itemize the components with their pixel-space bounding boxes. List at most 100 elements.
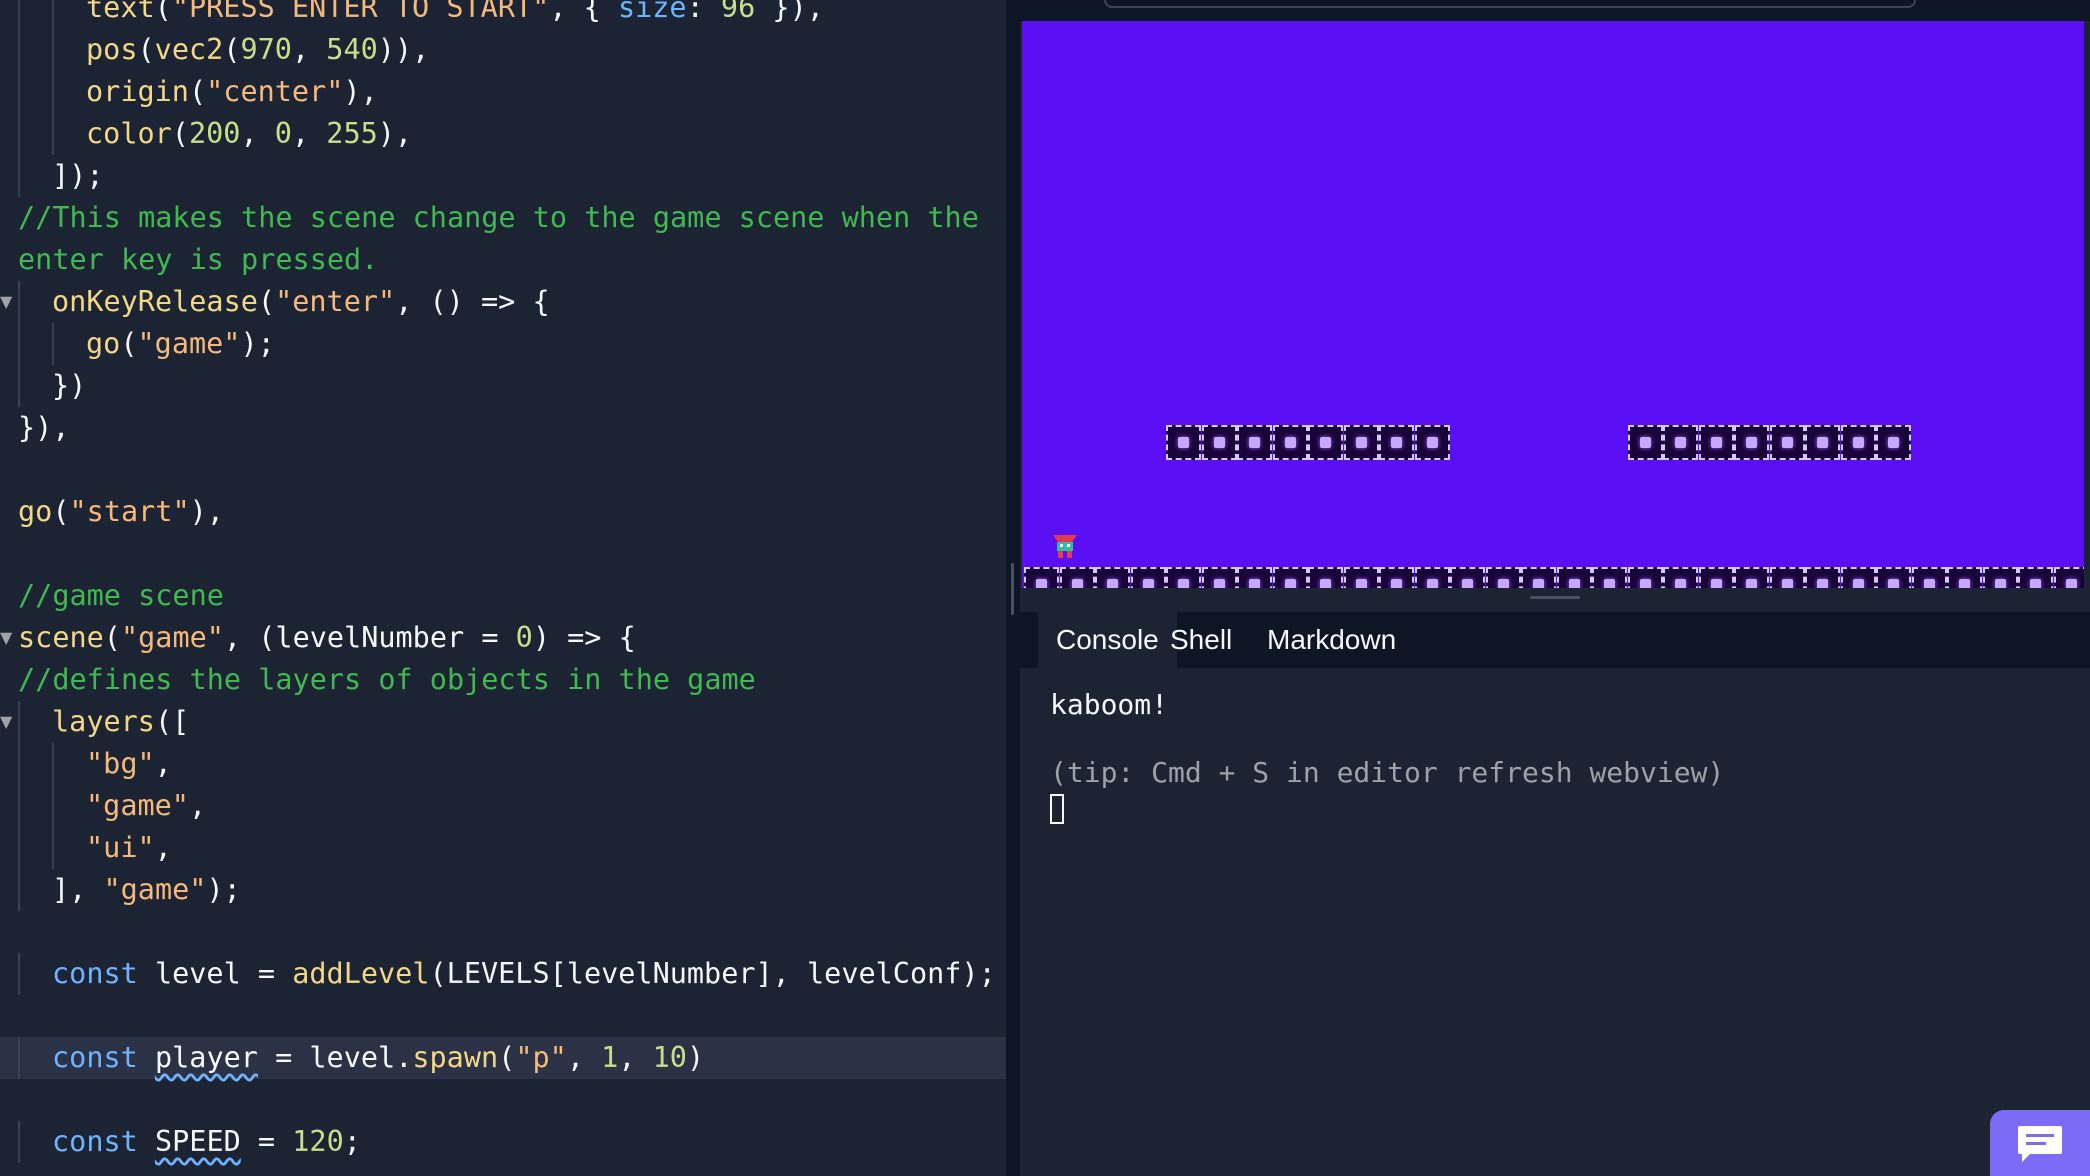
fold-arrow-icon[interactable]: ▼ <box>0 617 12 659</box>
code-line[interactable]: color(200, 0, 255), <box>0 113 1006 155</box>
fold-arrow-icon[interactable]: ▼ <box>0 701 12 743</box>
code-line[interactable]: const SPEED = 120; <box>0 1121 1006 1163</box>
code-line[interactable]: ], "game"); <box>0 869 1006 911</box>
platform-tile <box>1663 424 1698 460</box>
code-line[interactable]: go("game"); <box>0 323 1006 365</box>
code-text: color(200, 0, 255), <box>86 113 412 155</box>
code-token: "game" <box>120 621 224 654</box>
code-line[interactable]: }), <box>0 407 1006 449</box>
code-text: "ui", <box>86 827 172 869</box>
code-line[interactable]: //defines the layers of objects in the g… <box>0 659 1006 701</box>
code-line[interactable] <box>0 533 1006 575</box>
indent-guide <box>18 869 20 911</box>
code-line[interactable]: go("start"), <box>0 491 1006 533</box>
code-text: //game scene <box>18 575 224 617</box>
indent-guide <box>18 323 20 365</box>
platform-tile <box>1805 424 1840 460</box>
code-token: color <box>86 117 172 150</box>
code-token: , <box>154 747 172 780</box>
platform-tile <box>1237 424 1272 460</box>
code-line[interactable] <box>0 995 1006 1037</box>
code-token: levelNumber <box>275 621 465 654</box>
code-token: , <box>188 789 207 822</box>
code-token: ; <box>343 1125 361 1158</box>
code-line[interactable]: pos(vec2(970, 540)), <box>0 29 1006 71</box>
code-line[interactable]: enter key is pressed. <box>0 239 1006 281</box>
code-token: addLevel <box>292 957 430 990</box>
indent-guide <box>52 323 54 365</box>
code-token: ( <box>154 0 172 24</box>
console-tip: (tip: Cmd + S in editor refresh webview) <box>1050 756 1725 789</box>
code-editor[interactable]: text("PRESS ENTER TO START", { size: 96 … <box>0 0 1006 1176</box>
console-tabs: Console Shell Markdown <box>1020 612 2090 668</box>
code-token: , <box>291 33 327 66</box>
url-bar[interactable] <box>1104 0 1916 8</box>
code-line[interactable]: "game", <box>0 785 1006 827</box>
code-text: onKeyRelease("enter", () => { <box>52 281 550 323</box>
code-token: = <box>240 1125 293 1158</box>
code-line[interactable] <box>0 449 1006 491</box>
code-token: (LEVELS[levelNumber], levelConf); <box>429 957 996 990</box>
code-line[interactable]: "bg", <box>0 743 1006 785</box>
platform-tile <box>2018 566 2053 588</box>
code-line[interactable]: //game scene <box>0 575 1006 617</box>
code-line[interactable] <box>0 911 1006 953</box>
code-text: ], "game"); <box>52 869 241 911</box>
console-panel[interactable]: kaboom! (tip: Cmd + S in editor refresh … <box>1020 668 2090 1176</box>
platform-tile <box>1024 566 1059 588</box>
indent-guide <box>18 1037 20 1079</box>
tab-shell[interactable]: Shell <box>1152 612 1250 668</box>
code-line[interactable]: const level = addLevel(LEVELS[levelNumbe… <box>0 953 1006 995</box>
code-token: 0 <box>515 621 533 654</box>
game-canvas[interactable] <box>1022 21 2084 588</box>
platform-tile <box>1911 566 1947 588</box>
divider-handle[interactable] <box>1011 563 1014 615</box>
platform-tile <box>1734 424 1769 460</box>
tab-markdown[interactable]: Markdown <box>1249 612 1414 668</box>
code-text: enter key is pressed. <box>18 239 378 281</box>
split-handle[interactable] <box>1530 596 1580 599</box>
code-text: go("start"), <box>18 491 224 533</box>
code-token: //game scene <box>18 579 224 612</box>
code-token: "center" <box>206 75 344 108</box>
code-token: ); <box>206 873 241 906</box>
code-line[interactable]: ▼ layers([ <box>0 701 1006 743</box>
indent-guide <box>18 701 20 743</box>
platform-tile <box>1840 424 1876 460</box>
fold-arrow-icon[interactable]: ▼ <box>0 281 12 323</box>
code-line[interactable]: "ui", <box>0 827 1006 869</box>
code-line[interactable] <box>0 1079 1006 1121</box>
code-line[interactable]: ▼ onKeyRelease("enter", () => { <box>0 281 1006 323</box>
code-line[interactable]: text("PRESS ENTER TO START", { size: 96 … <box>0 0 1006 29</box>
code-text: layers([ <box>52 701 189 743</box>
platform-tile <box>1805 566 1840 588</box>
code-token: , ( <box>223 621 276 654</box>
chat-bubble-icon <box>2018 1126 2062 1162</box>
chat-button[interactable] <box>1990 1110 2090 1176</box>
indent-guide <box>52 71 54 113</box>
code-line[interactable]: ]); <box>0 155 1006 197</box>
code-line[interactable]: }) <box>0 365 1006 407</box>
code-token: SPEED <box>154 1125 241 1158</box>
platform-tile <box>1627 566 1663 588</box>
code-text: const player = level.spawn("p", 1, 10) <box>52 1037 704 1079</box>
code-token: player <box>154 1041 258 1074</box>
code-token: ( <box>257 285 276 318</box>
indent-guide <box>18 827 20 869</box>
indent-guide <box>18 155 20 197</box>
code-token: ( <box>137 33 155 66</box>
code-token: 255 <box>326 117 378 150</box>
code-token: ), <box>377 117 413 150</box>
code-token: }), <box>755 0 824 24</box>
platform-tile <box>1343 566 1379 588</box>
code-token: ], <box>52 873 104 906</box>
code-line[interactable]: const player = level.spawn("p", 1, 10) <box>0 1037 1006 1079</box>
code-token: "bg" <box>86 747 155 780</box>
code-line[interactable]: ▼ scene("game", (levelNumber = 0) => { <box>0 617 1006 659</box>
pane-divider[interactable] <box>1006 0 1020 1176</box>
code-line[interactable]: origin("center"), <box>0 71 1006 113</box>
indent-guide <box>18 71 20 113</box>
code-token: , <box>291 117 327 150</box>
code-line[interactable]: //This makes the scene change to the gam… <box>0 197 1006 239</box>
